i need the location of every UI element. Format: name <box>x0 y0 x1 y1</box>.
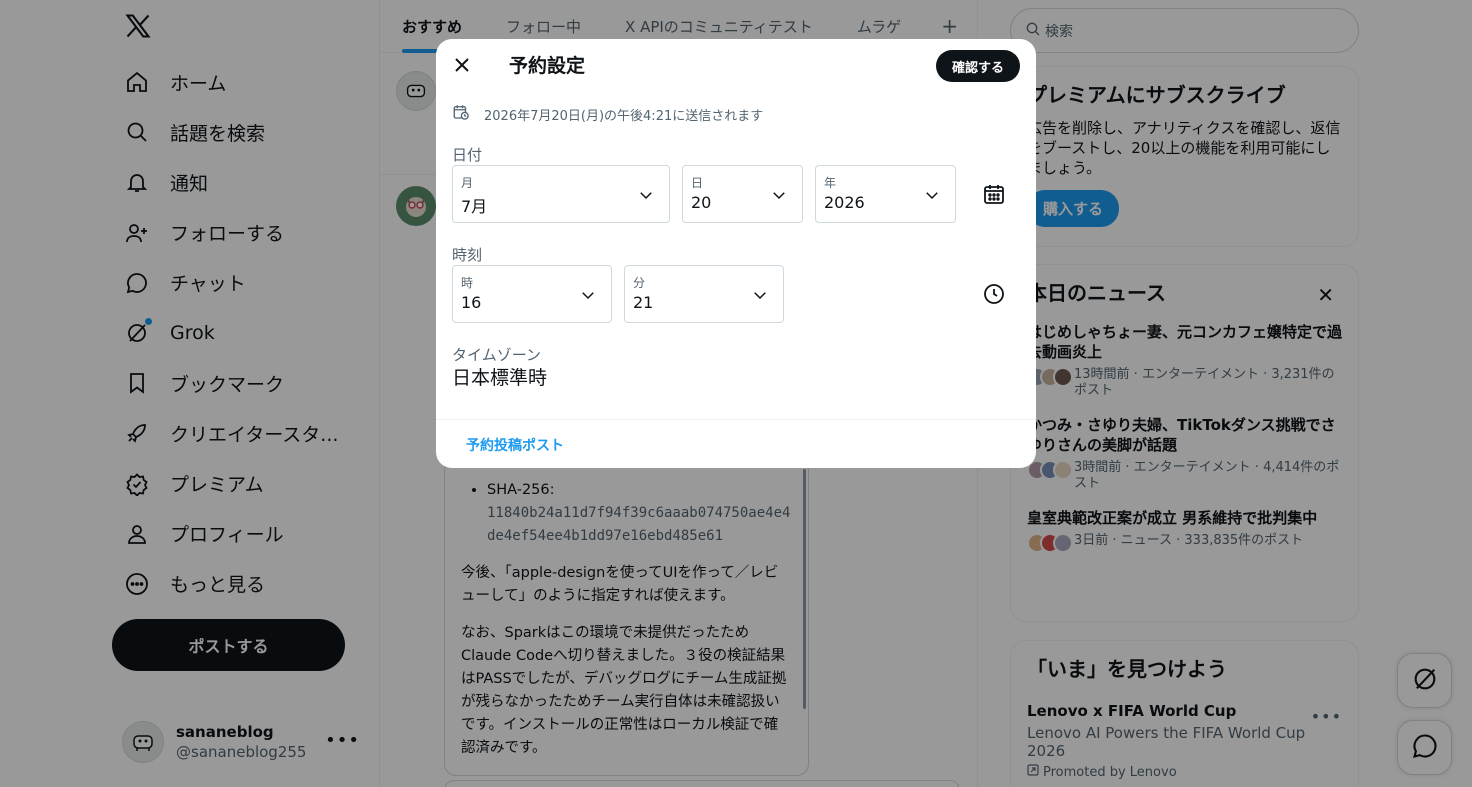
select-value: 7月 <box>461 197 488 216</box>
schedule-notice: 2026年7月20日(月)の午後4:21に送信されます <box>452 103 763 125</box>
chevron-down-icon <box>637 186 655 208</box>
year-select[interactable]: 年 2026 <box>815 165 956 223</box>
chevron-down-icon <box>751 286 769 308</box>
timezone-label: タイムゾーン <box>452 346 541 364</box>
time-label: 時刻 <box>452 246 483 264</box>
confirm-button[interactable]: 確認する <box>935 50 1020 82</box>
chevron-down-icon <box>770 186 788 208</box>
chevron-down-icon <box>923 186 941 208</box>
schedule-notice-text: 2026年7月20日(月)の午後4:21に送信されます <box>484 108 764 124</box>
month-select[interactable]: 月 7月 <box>452 165 670 223</box>
day-select[interactable]: 日 20 <box>682 165 803 223</box>
hour-select[interactable]: 時 16 <box>452 265 612 323</box>
calendar-icon[interactable] <box>982 182 1006 206</box>
close-icon[interactable] <box>450 53 474 77</box>
calendar-clock-icon <box>452 103 470 125</box>
date-label: 日付 <box>452 146 483 164</box>
modal-title: 予約設定 <box>509 55 586 77</box>
divider <box>436 419 1036 420</box>
schedule-modal: 予約設定 確認する 2026年7月20日(月)の午後4:21に送信されます 日付… <box>436 39 1036 468</box>
timezone-value: 日本標準時 <box>452 367 548 389</box>
select-label: 月 <box>461 176 474 190</box>
scheduled-posts-link[interactable]: 予約投稿ポスト <box>466 435 564 455</box>
chevron-down-icon <box>579 286 597 308</box>
minute-select[interactable]: 分 21 <box>624 265 784 323</box>
clock-icon[interactable] <box>982 282 1006 306</box>
